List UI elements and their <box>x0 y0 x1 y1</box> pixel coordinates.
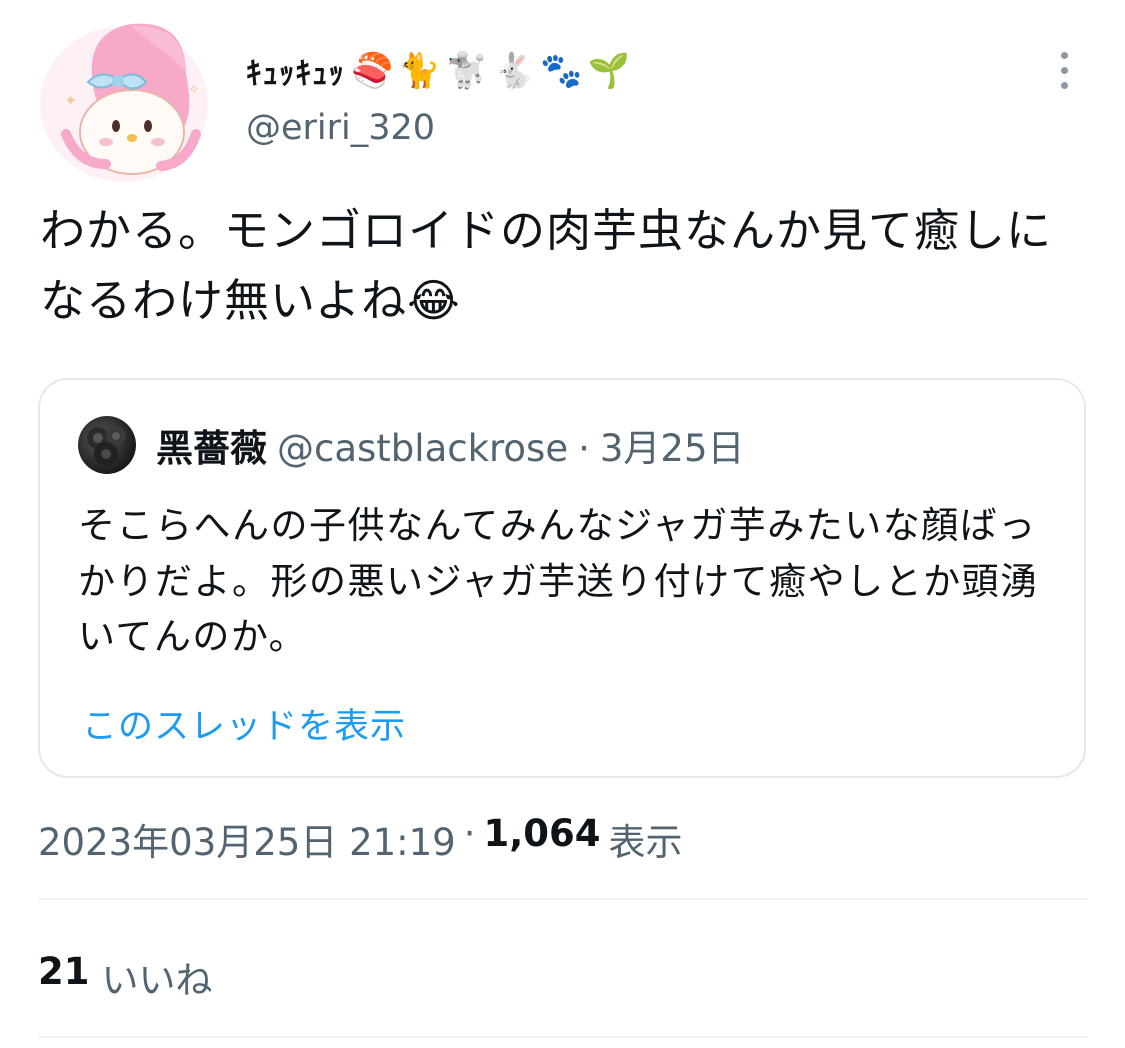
tweet-timestamp[interactable]: 2023年03月25日 21:19 <box>38 812 456 866</box>
likes-count: 21 <box>38 950 90 993</box>
likes-label: いいね <box>101 959 213 1002</box>
name-emojis: 🍣 🐈 🐩 🐇 🐾 🌱 <box>351 51 631 91</box>
quote-header: 黑薔薇 @castblackrose · 3月25日 <box>156 418 744 472</box>
tweet-meta: 2023年03月25日 21:19 · 1,064 表示 <box>38 812 683 866</box>
display-name-text: ｷｭｯｷｭｯ <box>246 56 345 92</box>
sushi-icon: 🍣 <box>351 50 395 91</box>
quote-text: そこらへんの子供なんてみんなジャガ芋みたいな顔ばっかりだよ。形の悪いジャガ芋送り… <box>78 504 1039 658</box>
seedling-icon: 🌱 <box>587 50 632 91</box>
svg-text:✦: ✦ <box>64 91 77 110</box>
quote-separator: · <box>578 427 590 470</box>
show-thread-link[interactable]: このスレッドを表示 <box>82 698 406 749</box>
views-label: 表示 <box>608 821 683 864</box>
views-count: 1,064 <box>483 812 601 855</box>
display-name[interactable]: ｷｭｯｷｭｯ 🍣 🐈 🐩 🐇 🐾 🌱 <box>246 48 631 93</box>
divider <box>38 1036 1088 1038</box>
user-handle[interactable]: @eriri_320 <box>246 108 435 148</box>
cat-icon: 🐈 <box>398 50 442 91</box>
divider <box>38 898 1088 900</box>
quote-author-handle[interactable]: @castblackrose <box>277 427 568 470</box>
quote-tweet-card[interactable]: 黑薔薇 @castblackrose · 3月25日 そこらへんの子供なんてみん… <box>38 378 1086 778</box>
quote-avatar[interactable] <box>78 416 136 474</box>
quote-author-name[interactable]: 黑薔薇 <box>156 418 267 472</box>
more-vertical-icon[interactable] <box>1048 40 1080 100</box>
tweet-text: わかる。モンゴロイドの肉芋虫なんか見て癒しになるわけ無いよね😂 <box>40 204 1053 327</box>
paw-prints-icon: 🐾 <box>540 50 584 91</box>
poodle-icon: 🐩 <box>445 50 490 91</box>
quote-date[interactable]: 3月25日 <box>600 418 745 472</box>
likes-stat[interactable]: 21 いいね <box>38 950 213 1004</box>
svg-text:✧: ✧ <box>188 82 200 98</box>
rabbit-icon: 🐇 <box>493 50 537 91</box>
meta-separator: · <box>463 812 476 855</box>
avatar[interactable]: ✦ ✧ <box>36 14 214 184</box>
